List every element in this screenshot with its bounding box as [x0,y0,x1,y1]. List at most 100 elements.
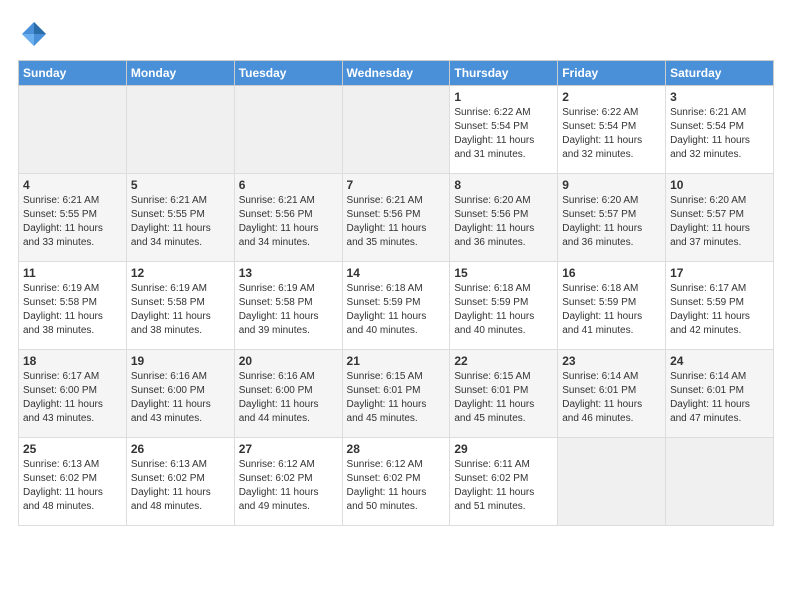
calendar-cell: 29 Sunrise: 6:11 AM Sunset: 6:02 PM Dayli… [450,438,558,526]
cell-content: Sunrise: 6:11 AM Sunset: 6:02 PM Dayligh… [454,458,553,514]
cell-content: Sunrise: 6:17 AM Sunset: 5:59 PM Dayligh… [670,282,769,338]
calendar-cell: 14 Sunrise: 6:18 AM Sunset: 5:59 PM Dayli… [342,262,450,350]
logo [18,18,56,50]
day-number: 16 [562,266,661,280]
cell-content: Sunrise: 6:18 AM Sunset: 5:59 PM Dayligh… [562,282,661,338]
calendar-cell: 24Sunrise: 6:14 AM Sunset: 6:01 PM Dayli… [666,350,774,438]
week-row-4: 18Sunrise: 6:17 AM Sunset: 6:00 PM Dayli… [19,350,774,438]
calendar-cell: 7Sunrise: 6:21 AM Sunset: 5:56 PM Daylig… [342,174,450,262]
calendar-table: SundayMondayTuesdayWednesdayThursdayFrid… [18,60,774,526]
calendar-cell: 16 Sunrise: 6:18 AM Sunset: 5:59 PM Dayli… [558,262,666,350]
day-number: 21 [347,354,446,368]
day-header-tuesday: Tuesday [234,61,342,86]
cell-content: Sunrise: 6:22 AM Sunset: 5:54 PM Dayligh… [562,106,661,162]
calendar-cell: 12 Sunrise: 6:19 AM Sunset: 5:58 PM Dayli… [126,262,234,350]
week-row-1: 1 Sunrise: 6:22 AM Sunset: 5:54 PM Daylig… [19,86,774,174]
week-row-5: 25 Sunrise: 6:13 AM Sunset: 6:02 PM Dayli… [19,438,774,526]
calendar-cell [234,86,342,174]
calendar-cell: 21 Sunrise: 6:15 AM Sunset: 6:01 PM Dayli… [342,350,450,438]
header [18,18,774,50]
calendar-cell: 13 Sunrise: 6:19 AM Sunset: 5:58 PM Dayli… [234,262,342,350]
cell-content: Sunrise: 6:13 AM Sunset: 6:02 PM Dayligh… [131,458,230,514]
day-number: 8 [454,178,553,192]
calendar-cell: 23 Sunrise: 6:14 AM Sunset: 6:01 PM Dayli… [558,350,666,438]
cell-content: Sunrise: 6:21 AM Sunset: 5:55 PM Dayligh… [23,194,122,250]
cell-content: Sunrise: 6:21 AM Sunset: 5:56 PM Dayligh… [239,194,338,250]
calendar-cell: 4 Sunrise: 6:21 AM Sunset: 5:55 PM Daylig… [19,174,127,262]
day-number: 12 [131,266,230,280]
day-number: 14 [347,266,446,280]
header-row: SundayMondayTuesdayWednesdayThursdayFrid… [19,61,774,86]
calendar-cell: 3Sunrise: 6:21 AM Sunset: 5:54 PM Daylig… [666,86,774,174]
calendar-cell: 10 Sunrise: 6:20 AM Sunset: 5:57 PM Dayli… [666,174,774,262]
calendar-cell [558,438,666,526]
cell-content: Sunrise: 6:16 AM Sunset: 6:00 PM Dayligh… [239,370,338,426]
calendar-cell: 2 Sunrise: 6:22 AM Sunset: 5:54 PM Daylig… [558,86,666,174]
day-number: 5 [131,178,230,192]
calendar-cell: 17 Sunrise: 6:17 AM Sunset: 5:59 PM Dayli… [666,262,774,350]
day-header-friday: Friday [558,61,666,86]
day-number: 3 [670,90,769,104]
cell-content: Sunrise: 6:20 AM Sunset: 5:56 PM Dayligh… [454,194,553,250]
calendar-cell [666,438,774,526]
cell-content: Sunrise: 6:20 AM Sunset: 5:57 PM Dayligh… [670,194,769,250]
calendar-cell: 26 Sunrise: 6:13 AM Sunset: 6:02 PM Dayli… [126,438,234,526]
day-number: 15 [454,266,553,280]
day-number: 24 [670,354,769,368]
day-number: 26 [131,442,230,456]
page: SundayMondayTuesdayWednesdayThursdayFrid… [0,0,792,536]
day-number: 28 [347,442,446,456]
day-number: 10 [670,178,769,192]
calendar-cell [126,86,234,174]
calendar-cell: 25 Sunrise: 6:13 AM Sunset: 6:02 PM Dayli… [19,438,127,526]
calendar-cell: 27 Sunrise: 6:12 AM Sunset: 6:02 PM Dayli… [234,438,342,526]
day-header-sunday: Sunday [19,61,127,86]
cell-content: Sunrise: 6:19 AM Sunset: 5:58 PM Dayligh… [239,282,338,338]
day-header-thursday: Thursday [450,61,558,86]
calendar-cell [342,86,450,174]
calendar-cell: 19Sunrise: 6:16 AM Sunset: 6:00 PM Dayli… [126,350,234,438]
calendar-cell: 8 Sunrise: 6:20 AM Sunset: 5:56 PM Daylig… [450,174,558,262]
week-row-2: 4 Sunrise: 6:21 AM Sunset: 5:55 PM Daylig… [19,174,774,262]
day-number: 17 [670,266,769,280]
day-number: 2 [562,90,661,104]
day-number: 11 [23,266,122,280]
day-number: 29 [454,442,553,456]
calendar-cell: 18Sunrise: 6:17 AM Sunset: 6:00 PM Dayli… [19,350,127,438]
calendar-cell: 15Sunrise: 6:18 AM Sunset: 5:59 PM Dayli… [450,262,558,350]
calendar-cell: 20 Sunrise: 6:16 AM Sunset: 6:00 PM Dayli… [234,350,342,438]
calendar-cell [19,86,127,174]
cell-content: Sunrise: 6:21 AM Sunset: 5:56 PM Dayligh… [347,194,446,250]
cell-content: Sunrise: 6:15 AM Sunset: 6:01 PM Dayligh… [454,370,553,426]
day-number: 13 [239,266,338,280]
calendar-cell: 5 Sunrise: 6:21 AM Sunset: 5:55 PM Daylig… [126,174,234,262]
calendar-cell: 11Sunrise: 6:19 AM Sunset: 5:58 PM Dayli… [19,262,127,350]
calendar-cell: 9Sunrise: 6:20 AM Sunset: 5:57 PM Daylig… [558,174,666,262]
cell-content: Sunrise: 6:20 AM Sunset: 5:57 PM Dayligh… [562,194,661,250]
week-row-3: 11 Sunrise: 6:19 AM Sunset: 5:58 PM Dayli… [19,262,774,350]
day-number: 18 [23,354,122,368]
cell-content: Sunrise: 6:18 AM Sunset: 5:59 PM Dayligh… [347,282,446,338]
day-number: 22 [454,354,553,368]
day-number: 6 [239,178,338,192]
cell-content: Sunrise: 6:14 AM Sunset: 6:01 PM Dayligh… [562,370,661,426]
calendar-cell: 22 Sunrise: 6:15 AM Sunset: 6:01 PM Dayli… [450,350,558,438]
calendar-cell: 28Sunrise: 6:12 AM Sunset: 6:02 PM Dayli… [342,438,450,526]
day-number: 4 [23,178,122,192]
day-number: 23 [562,354,661,368]
day-header-monday: Monday [126,61,234,86]
day-header-saturday: Saturday [666,61,774,86]
day-number: 20 [239,354,338,368]
day-number: 1 [454,90,553,104]
cell-content: Sunrise: 6:15 AM Sunset: 6:01 PM Dayligh… [347,370,446,426]
calendar-cell: 6 Sunrise: 6:21 AM Sunset: 5:56 PM Daylig… [234,174,342,262]
cell-content: Sunrise: 6:12 AM Sunset: 6:02 PM Dayligh… [239,458,338,514]
cell-content: Sunrise: 6:19 AM Sunset: 5:58 PM Dayligh… [131,282,230,338]
cell-content: Sunrise: 6:13 AM Sunset: 6:02 PM Dayligh… [23,458,122,514]
cell-content: Sunrise: 6:21 AM Sunset: 5:55 PM Dayligh… [131,194,230,250]
calendar-cell: 1Sunrise: 6:22 AM Sunset: 5:54 PM Daylig… [450,86,558,174]
day-header-wednesday: Wednesday [342,61,450,86]
day-number: 19 [131,354,230,368]
day-number: 27 [239,442,338,456]
day-number: 25 [23,442,122,456]
